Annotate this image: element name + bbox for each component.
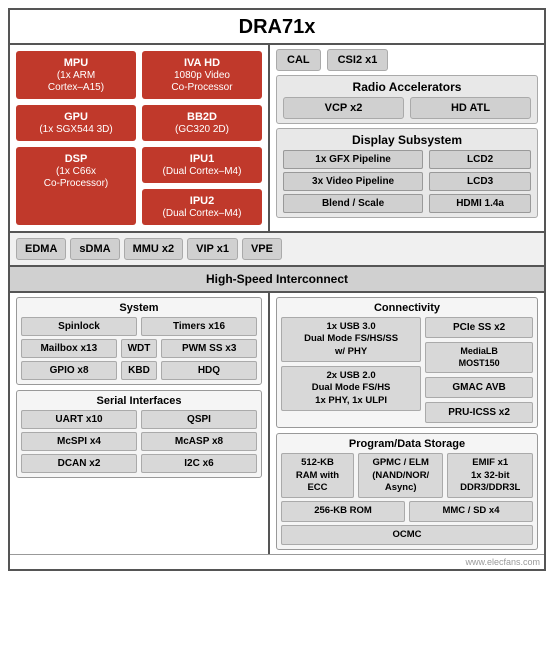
storage-section: Program/Data Storage 512-KB RAM with ECC… [276, 433, 538, 550]
qspi-item: QSPI [141, 410, 257, 429]
gfx-button: 1x GFX Pipeline [283, 150, 423, 169]
mpu-box: MPU (1x ARM Cortex–A15) [16, 51, 136, 99]
system-row1: Spinlock Timers x16 [21, 317, 257, 336]
system-section: System Spinlock Timers x16 Mailbox x13 W… [16, 297, 262, 385]
hdq-item: HDQ [161, 361, 257, 380]
ipu-col: IPU1 (Dual Cortex–M4) IPU2 (Dual Cortex–… [142, 147, 262, 225]
mmc-item: MMC / SD x4 [409, 501, 533, 521]
storage-top: 512-KB RAM with ECC GPMC / ELM (NAND/NOR… [281, 453, 533, 498]
system-title: System [21, 302, 257, 314]
display-row-1: 1x GFX Pipeline LCD2 [283, 150, 531, 169]
radio-accel-section: Radio Accelerators VCP x2 HD ATL [276, 75, 538, 124]
display-title: Display Subsystem [283, 133, 531, 147]
right-block: CAL CSI2 x1 Radio Accelerators VCP x2 HD… [270, 45, 544, 231]
interconnect-row: High-Speed Interconnect [10, 267, 544, 293]
watermark: www.elecfans.com [10, 555, 544, 569]
serial-title: Serial Interfaces [21, 395, 257, 407]
left-block: MPU (1x ARM Cortex–A15) IVA HD 1080p Vid… [10, 45, 270, 231]
storage-title: Program/Data Storage [281, 438, 533, 450]
vpe-item: VPE [242, 238, 282, 260]
mcspi-item: McSPI x4 [21, 432, 137, 451]
cal-button: CAL [276, 49, 321, 71]
usb30-box: 1x USB 3.0 Dual Mode FS/HS/SS w/ PHY [281, 317, 421, 362]
rom-item: 256-KB ROM [281, 501, 405, 521]
usb20-box: 2x USB 2.0 Dual Mode FS/HS 1x PHY, 1x UL… [281, 366, 421, 411]
pru-btn: PRU-ICSS x2 [425, 402, 533, 423]
radio-row: VCP x2 HD ATL [283, 97, 531, 119]
gmac-btn: GMAC AVB [425, 377, 533, 398]
gpmc-item: GPMC / ELM (NAND/NOR/ Async) [358, 453, 444, 498]
gpio-item: GPIO x8 [21, 361, 117, 380]
lcd3-button: LCD3 [429, 172, 531, 191]
bus-row: EDMA sDMA MMU x2 VIP x1 VPE [10, 231, 544, 267]
wdt-item: WDT [121, 339, 158, 358]
ipu2-box: IPU2 (Dual Cortex–M4) [142, 189, 262, 225]
lcd2-button: LCD2 [429, 150, 531, 169]
vcp-button: VCP x2 [283, 97, 404, 119]
main-container: DRA71x MPU (1x ARM Cortex–A15) IVA HD 10… [8, 8, 546, 571]
edma-item: EDMA [16, 238, 66, 260]
bottom-section: System Spinlock Timers x16 Mailbox x13 W… [10, 293, 544, 555]
csi2-button: CSI2 x1 [327, 49, 389, 71]
spinlock-item: Spinlock [21, 317, 137, 336]
display-subsystem: Display Subsystem 1x GFX Pipeline LCD2 3… [276, 128, 538, 218]
mmu-item: MMU x2 [124, 238, 184, 260]
display-row-2: 3x Video Pipeline LCD3 [283, 172, 531, 191]
system-row2: Mailbox x13 WDT PWM SS x3 [21, 339, 257, 358]
radio-title: Radio Accelerators [283, 80, 531, 94]
uart-item: UART x10 [21, 410, 137, 429]
connectivity-title: Connectivity [281, 302, 533, 314]
page-title: DRA71x [10, 10, 544, 43]
bottom-right: Connectivity 1x USB 3.0 Dual Mode FS/HS/… [270, 293, 544, 554]
serial-section: Serial Interfaces UART x10 QSPI McSPI x4… [16, 390, 262, 478]
connectivity-section: Connectivity 1x USB 3.0 Dual Mode FS/HS/… [276, 297, 538, 428]
storage-row3: OCMC [281, 525, 533, 545]
conn-left: 1x USB 3.0 Dual Mode FS/HS/SS w/ PHY 2x … [281, 317, 421, 423]
system-row3: GPIO x8 KBD HDQ [21, 361, 257, 380]
i2c-item: I2C x6 [141, 454, 257, 473]
conn-inner: 1x USB 3.0 Dual Mode FS/HS/SS w/ PHY 2x … [281, 317, 533, 423]
ram-item: 512-KB RAM with ECC [281, 453, 354, 498]
ocmc-item: OCMC [281, 525, 533, 545]
pcie-btn: PCIe SS x2 [425, 317, 533, 338]
blend-button: Blend / Scale [283, 194, 423, 213]
emif-item: EMIF x1 1x 32-bit DDR3/DDR3L [447, 453, 533, 498]
timers-item: Timers x16 [141, 317, 257, 336]
sdma-item: sDMA [70, 238, 119, 260]
mailbox-item: Mailbox x13 [21, 339, 117, 358]
hd-atl-button: HD ATL [410, 97, 531, 119]
serial-row3: DCAN x2 I2C x6 [21, 454, 257, 473]
conn-right: PCIe SS x2 MediaLB MOST150 GMAC AVB PRU-… [425, 317, 533, 423]
iva-hd-box: IVA HD 1080p Video Co-Processor [142, 51, 262, 99]
dcan-item: DCAN x2 [21, 454, 137, 473]
video-button: 3x Video Pipeline [283, 172, 423, 191]
vip-item: VIP x1 [187, 238, 238, 260]
kbd-item: KBD [121, 361, 157, 380]
bottom-left: System Spinlock Timers x16 Mailbox x13 W… [10, 293, 270, 554]
pwm-item: PWM SS x3 [161, 339, 257, 358]
cal-csi-row: CAL CSI2 x1 [276, 49, 538, 71]
hdmi-button: HDMI 1.4a [429, 194, 531, 213]
ipu1-box: IPU1 (Dual Cortex–M4) [142, 147, 262, 183]
display-row-3: Blend / Scale HDMI 1.4a [283, 194, 531, 213]
medialb-btn: MediaLB MOST150 [425, 342, 533, 373]
bb2d-box: BB2D (GC320 2D) [142, 105, 262, 141]
storage-row2: 256-KB ROM MMC / SD x4 [281, 501, 533, 521]
dsp-box: DSP (1x C66x Co-Processor) [16, 147, 136, 225]
mcasp-item: McASP x8 [141, 432, 257, 451]
serial-row1: UART x10 QSPI [21, 410, 257, 429]
serial-row2: McSPI x4 McASP x8 [21, 432, 257, 451]
top-section: MPU (1x ARM Cortex–A15) IVA HD 1080p Vid… [10, 43, 544, 231]
gpu-box: GPU (1x SGX544 3D) [16, 105, 136, 141]
